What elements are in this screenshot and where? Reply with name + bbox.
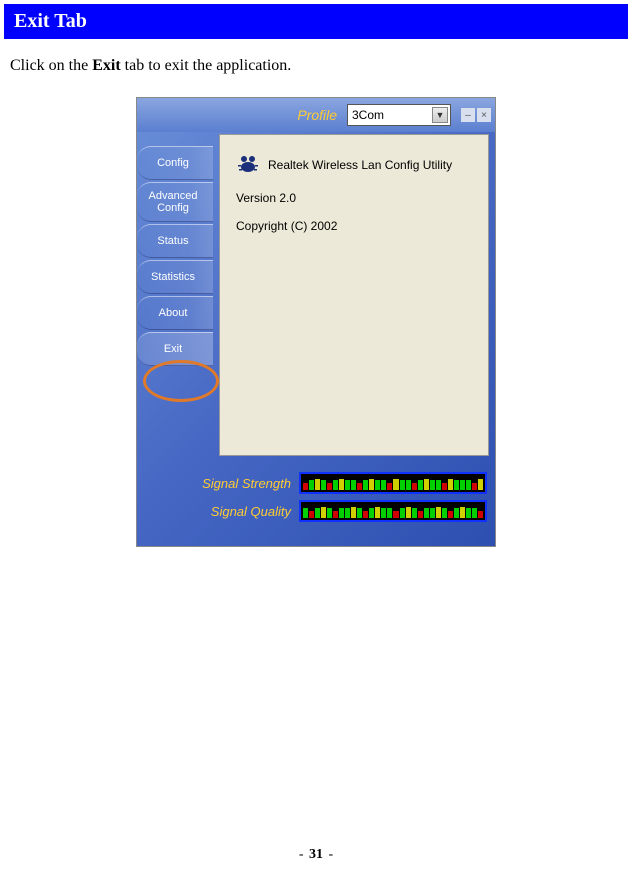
tab-statistics[interactable]: Statistics <box>137 260 213 294</box>
section-header: Exit Tab <box>4 4 628 39</box>
signal-quality-meter <box>299 500 487 522</box>
app-title: Realtek Wireless Lan Config Utility <box>268 158 452 172</box>
profile-label: Profile <box>297 107 337 123</box>
signal-strength-label: Signal Strength <box>181 476 291 491</box>
profile-dropdown[interactable]: 3Com ▼ <box>347 104 451 126</box>
instruction-text: Click on the Exit tab to exit the applic… <box>4 53 628 79</box>
tab-status[interactable]: Status <box>137 224 213 258</box>
window-controls: – × <box>461 108 491 122</box>
minimize-icon[interactable]: – <box>461 108 475 122</box>
signal-quality-label: Signal Quality <box>181 504 291 519</box>
signal-strength-meter <box>299 472 487 494</box>
side-tabs: Config Advanced Config Status Statistics… <box>137 146 213 368</box>
app-version: Version 2.0 <box>236 191 296 205</box>
tab-config[interactable]: Config <box>137 146 213 180</box>
chevron-down-icon[interactable]: ▼ <box>432 107 448 123</box>
titlebar: Profile 3Com ▼ – × <box>137 98 495 132</box>
app-copyright: Copyright (C) 2002 <box>236 219 337 233</box>
page-footer: - 31 - <box>0 847 632 863</box>
tab-advanced-config[interactable]: Advanced Config <box>137 182 213 222</box>
signal-area: Signal Strength Signal Quality <box>137 466 495 546</box>
content-panel: Realtek Wireless Lan Config Utility Vers… <box>219 134 489 456</box>
close-icon[interactable]: × <box>477 108 491 122</box>
tab-about[interactable]: About <box>137 296 213 330</box>
realtek-crab-icon <box>236 153 260 177</box>
profile-value: 3Com <box>352 108 384 122</box>
page-number: 31 <box>309 847 323 862</box>
tab-exit[interactable]: Exit <box>137 332 213 366</box>
app-screenshot: Profile 3Com ▼ – × Realtek Wireless Lan … <box>136 97 496 547</box>
section-title: Exit Tab <box>14 10 87 32</box>
